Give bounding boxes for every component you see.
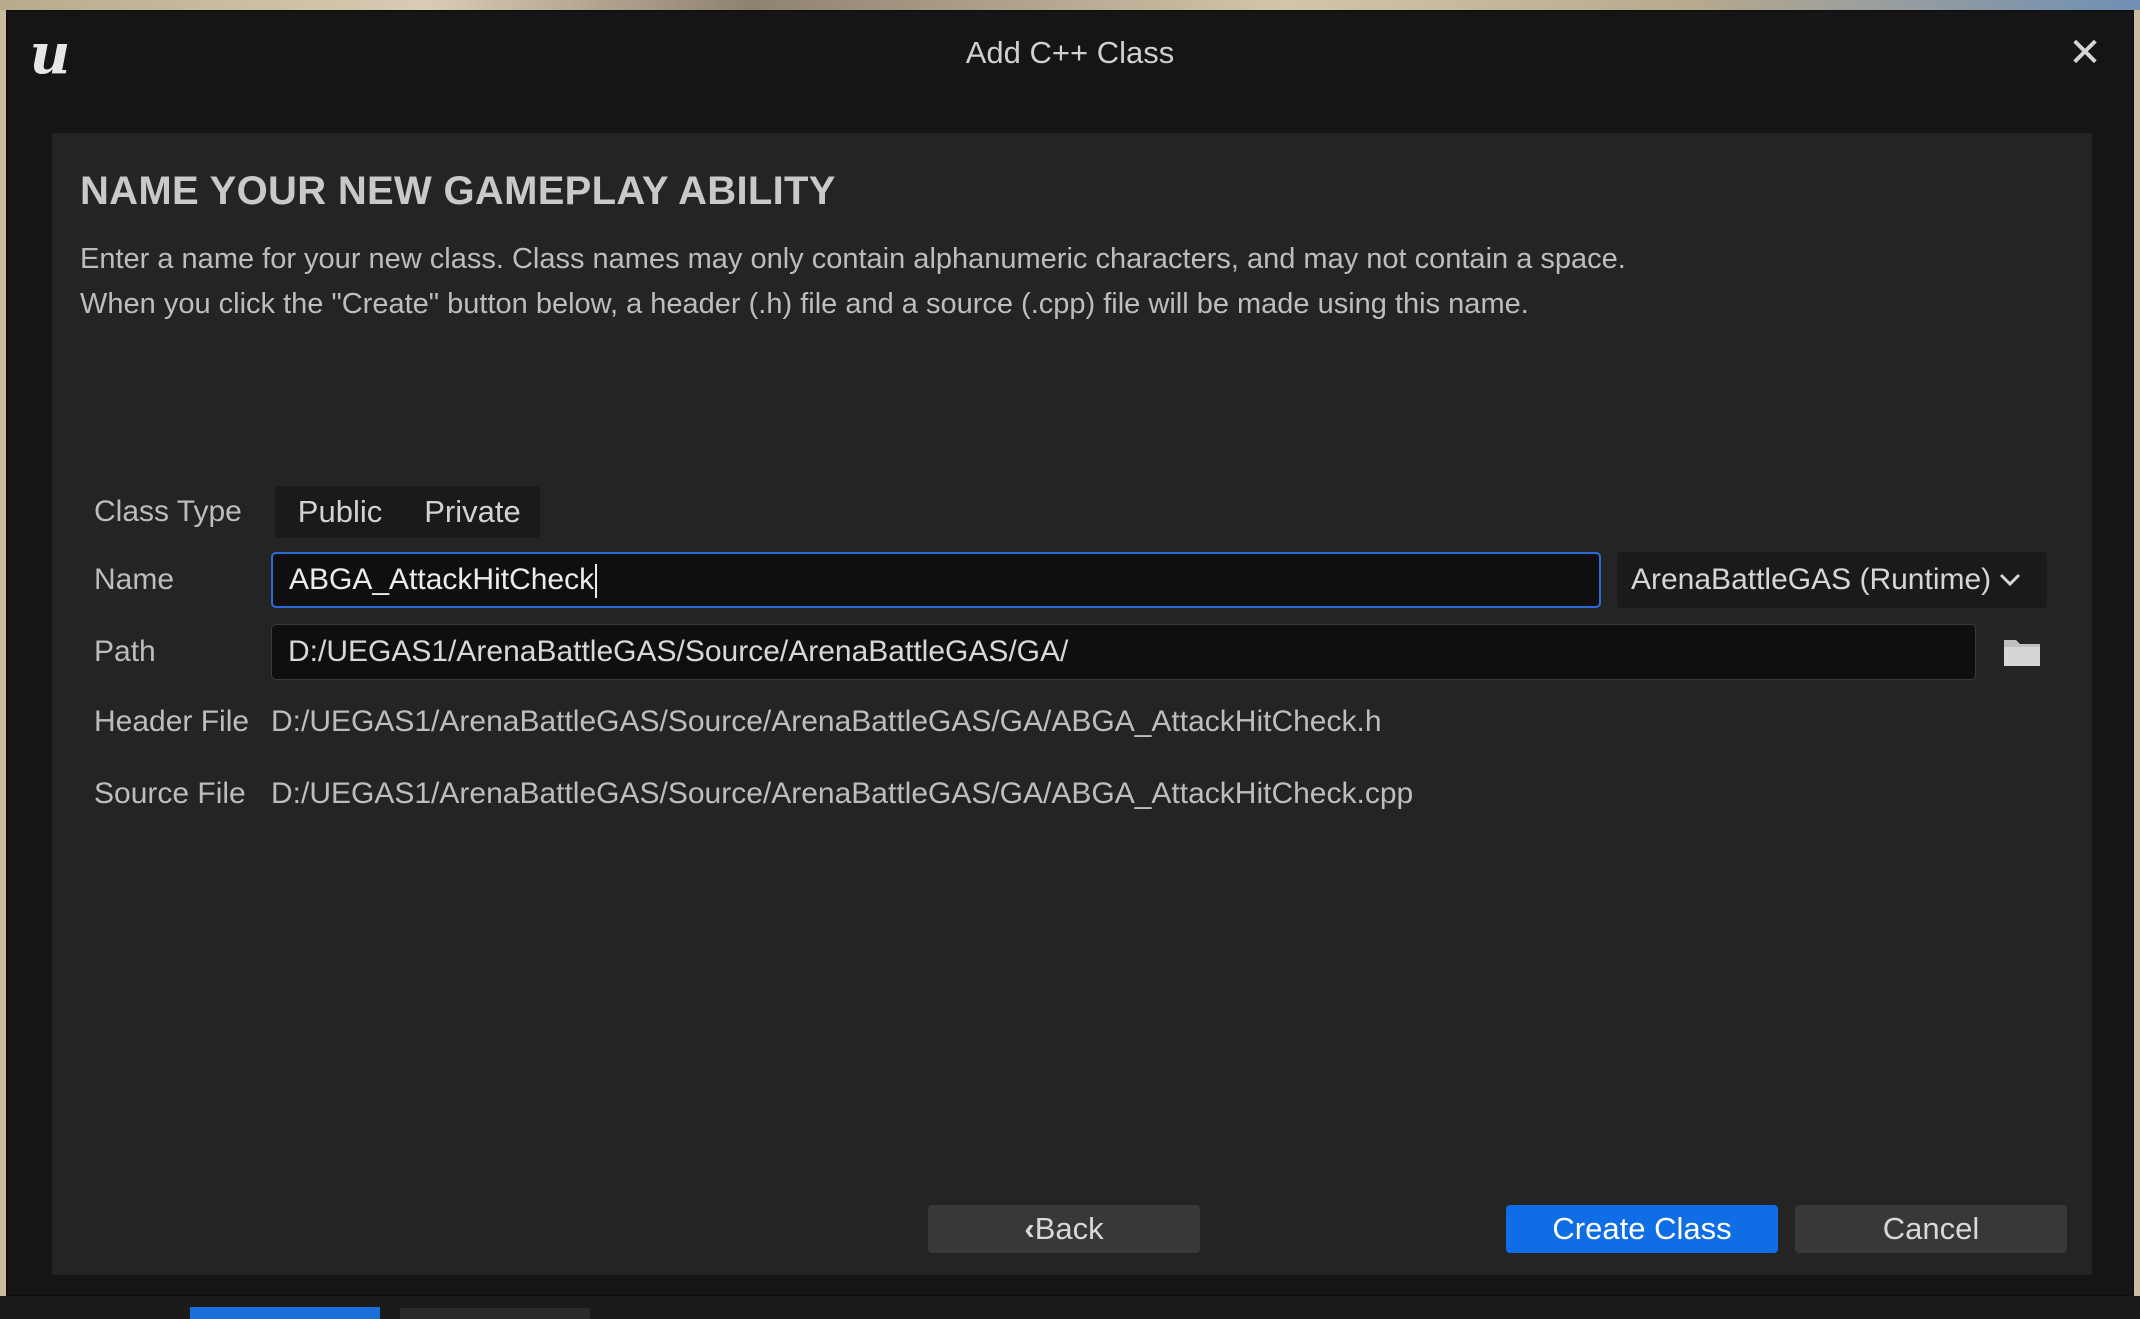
source-file-path: D:/UEGAS1/ArenaBattleGAS/Source/ArenaBat… bbox=[271, 777, 1414, 810]
path-input[interactable]: D:/UEGAS1/ArenaBattleGAS/Source/ArenaBat… bbox=[271, 624, 1976, 680]
module-dropdown[interactable]: ArenaBattleGAS (Runtime) bbox=[1617, 552, 2047, 608]
text-caret bbox=[595, 564, 598, 599]
chevron-left-icon: ‹ bbox=[1024, 1211, 1035, 1246]
class-type-public-button[interactable]: Public bbox=[275, 486, 405, 538]
path-label: Path bbox=[94, 635, 156, 668]
module-selected-value: ArenaBattleGAS (Runtime) bbox=[1631, 563, 1992, 596]
back-button-label: Back bbox=[1034, 1211, 1104, 1246]
name-label: Name bbox=[94, 563, 175, 596]
background-tab bbox=[190, 1307, 380, 1319]
folder-icon[interactable] bbox=[2003, 634, 2041, 668]
cancel-button[interactable]: Cancel bbox=[1795, 1205, 2067, 1253]
header-file-label: Header File bbox=[94, 705, 250, 738]
content-panel: NAME YOUR NEW GAMEPLAY ABILITY Enter a n… bbox=[52, 133, 2092, 1275]
background-tab bbox=[400, 1308, 590, 1319]
source-file-label: Source File bbox=[94, 777, 246, 810]
chevron-down-icon bbox=[1999, 552, 2021, 627]
class-name-input[interactable]: ABGA_AttackHitCheck bbox=[271, 552, 1601, 608]
description-line-2: When you click the "Create" button below… bbox=[80, 288, 1529, 320]
create-class-button[interactable]: Create Class bbox=[1506, 1205, 1778, 1253]
class-name-value: ABGA_AttackHitCheck bbox=[289, 563, 595, 596]
header-file-path: D:/UEGAS1/ArenaBattleGAS/Source/ArenaBat… bbox=[271, 705, 1382, 738]
title-bar: u Add C++ Class ✕ bbox=[7, 11, 2133, 131]
page-title: NAME YOUR NEW GAMEPLAY ABILITY bbox=[80, 169, 836, 213]
close-icon[interactable]: ✕ bbox=[2063, 31, 2107, 75]
description: Enter a name for your new class. Class n… bbox=[80, 237, 1626, 327]
window-title: Add C++ Class bbox=[965, 35, 1175, 70]
description-line-1: Enter a name for your new class. Class n… bbox=[80, 243, 1626, 275]
class-type-private-button[interactable]: Private bbox=[405, 486, 540, 538]
back-button[interactable]: ‹Back bbox=[928, 1205, 1200, 1253]
add-cpp-class-dialog: u Add C++ Class ✕ NAME YOUR NEW GAMEPLAY… bbox=[6, 10, 2134, 1296]
background-scene bbox=[0, 0, 2140, 10]
class-type-label: Class Type bbox=[94, 495, 242, 528]
class-type-toggle: Public Private bbox=[275, 486, 540, 538]
